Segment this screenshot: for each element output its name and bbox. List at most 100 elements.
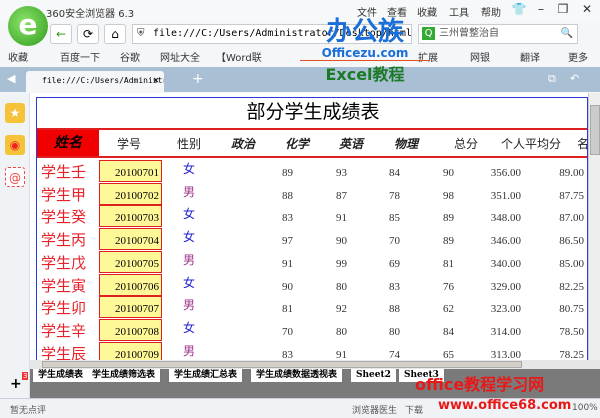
bookmark-favorites[interactable]: 收藏 (8, 49, 28, 64)
student-name[interactable]: 学生辛 (41, 320, 86, 341)
bookmark-baidu[interactable]: 百度一下 (60, 49, 100, 64)
score-cell[interactable]: 89 (394, 212, 454, 224)
score-cell[interactable]: 70 (233, 326, 293, 338)
score-cell[interactable]: 89 (233, 167, 293, 179)
back-button[interactable]: ← (50, 24, 72, 44)
score-cell[interactable]: 99 (287, 258, 347, 270)
download-button[interactable]: 下载 (405, 403, 423, 416)
score-cell[interactable]: 92 (287, 303, 347, 315)
score-cell[interactable]: 88 (233, 190, 293, 202)
vertical-scrollbar[interactable] (588, 93, 600, 360)
score-cell[interactable]: 86.50 (524, 235, 584, 247)
student-name[interactable]: 学生辰 (41, 343, 86, 360)
gender[interactable]: 女 (183, 160, 195, 177)
star-icon[interactable]: ★ (5, 103, 25, 123)
score-cell[interactable]: 93 (287, 167, 347, 179)
student-id[interactable]: 20100704 (99, 228, 162, 251)
student-name[interactable]: 学生壬 (41, 161, 86, 182)
score-cell[interactable]: 348.00 (461, 212, 521, 224)
student-id[interactable]: 20100703 (99, 205, 162, 228)
score-cell[interactable]: 98 (394, 190, 454, 202)
score-cell[interactable]: 87.00 (524, 212, 584, 224)
score-cell[interactable]: 78 (340, 190, 400, 202)
sidebar-toggle-icon[interactable]: ◀ (7, 72, 15, 85)
score-cell[interactable]: 80 (340, 326, 400, 338)
sheet-tab[interactable]: 学生成绩表 (33, 369, 90, 382)
sheet-tab[interactable]: 学生成绩数据透视表 (251, 369, 344, 382)
score-cell[interactable]: 314.00 (461, 326, 521, 338)
score-cell[interactable]: 78.50 (524, 326, 584, 338)
score-cell[interactable]: 76 (394, 281, 454, 293)
score-cell[interactable]: 346.00 (461, 235, 521, 247)
browser-doctor[interactable]: 浏览器医生 (352, 403, 397, 416)
score-cell[interactable]: 81 (233, 303, 293, 315)
student-id[interactable]: 20100709 (99, 341, 162, 360)
home-button[interactable]: ⌂ (104, 24, 126, 44)
gender[interactable]: 男 (183, 342, 195, 359)
student-name[interactable]: 学生甲 (41, 184, 86, 205)
score-cell[interactable]: 97 (233, 235, 293, 247)
student-id[interactable]: 20100705 (99, 250, 162, 273)
score-cell[interactable]: 82.25 (524, 281, 584, 293)
student-name[interactable]: 学生戊 (41, 252, 86, 273)
score-cell[interactable]: 80.75 (524, 303, 584, 315)
sheet-tab[interactable]: 学生成绩汇总表 (169, 369, 244, 382)
score-cell[interactable]: 313.00 (461, 349, 521, 360)
student-name[interactable]: 学生丙 (41, 229, 86, 250)
score-cell[interactable]: 85.00 (524, 258, 584, 270)
score-cell[interactable]: 83 (340, 281, 400, 293)
close-button[interactable]: ✕ (576, 2, 598, 20)
score-cell[interactable]: 87.75 (524, 190, 584, 202)
score-cell[interactable]: 90 (394, 167, 454, 179)
score-cell[interactable]: 89 (394, 235, 454, 247)
zoom-level[interactable]: 100% (572, 403, 598, 413)
search-icon[interactable]: 🔍 (561, 25, 573, 43)
weibo-icon[interactable]: ◉ (5, 135, 25, 155)
student-id[interactable]: 20100708 (99, 318, 162, 341)
more-button[interactable]: 更多 (568, 49, 588, 64)
score-cell[interactable]: 356.00 (461, 167, 521, 179)
score-cell[interactable]: 91 (287, 212, 347, 224)
score-cell[interactable]: 91 (233, 258, 293, 270)
comment-status[interactable]: 暂无点评 (10, 403, 46, 416)
score-cell[interactable]: 69 (340, 258, 400, 270)
gender[interactable]: 男 (183, 251, 195, 268)
bank-button[interactable]: 网银 (470, 49, 490, 64)
score-cell[interactable]: 62 (394, 303, 454, 315)
bookmark-hao[interactable]: 网址大全 (160, 49, 200, 64)
score-cell[interactable]: 78.25 (524, 349, 584, 360)
gender[interactable]: 男 (183, 183, 195, 200)
student-name[interactable]: 学生卯 (41, 297, 86, 318)
score-cell[interactable]: 329.00 (461, 281, 521, 293)
score-cell[interactable]: 90 (233, 281, 293, 293)
gender[interactable]: 男 (183, 296, 195, 313)
hscroll-thumb[interactable] (42, 361, 522, 368)
minimize-button[interactable]: – (530, 2, 552, 20)
restore-tab-icon[interactable]: ⧉ (548, 72, 556, 86)
score-cell[interactable]: 84 (340, 167, 400, 179)
tab-active[interactable]: file:///C:/Users/Administra ✕ (26, 71, 164, 92)
score-cell[interactable]: 88 (340, 303, 400, 315)
email-icon[interactable]: @ (5, 167, 25, 187)
score-cell[interactable]: 83 (233, 212, 293, 224)
score-cell[interactable]: 90 (287, 235, 347, 247)
score-cell[interactable]: 84 (394, 326, 454, 338)
score-cell[interactable]: 80 (287, 281, 347, 293)
menu-favorites[interactable]: 收藏 (417, 4, 437, 19)
browser-logo-icon[interactable]: e (8, 6, 48, 46)
gender[interactable]: 女 (183, 319, 195, 336)
score-cell[interactable]: 87 (287, 190, 347, 202)
student-id[interactable]: 20100702 (99, 182, 162, 205)
student-name[interactable]: 学生癸 (41, 206, 86, 227)
score-cell[interactable]: 81 (394, 258, 454, 270)
refresh-button[interactable]: ⟳ (77, 24, 99, 44)
menu-tools[interactable]: 工具 (449, 4, 469, 19)
score-cell[interactable]: 340.00 (461, 258, 521, 270)
translate-button[interactable]: 翻译 (520, 49, 540, 64)
gender[interactable]: 女 (183, 228, 195, 245)
gender[interactable]: 女 (183, 205, 195, 222)
score-cell[interactable]: 91 (287, 349, 347, 360)
score-cell[interactable]: 70 (340, 235, 400, 247)
menu-help[interactable]: 帮助 (481, 4, 501, 19)
score-cell[interactable]: 74 (340, 349, 400, 360)
